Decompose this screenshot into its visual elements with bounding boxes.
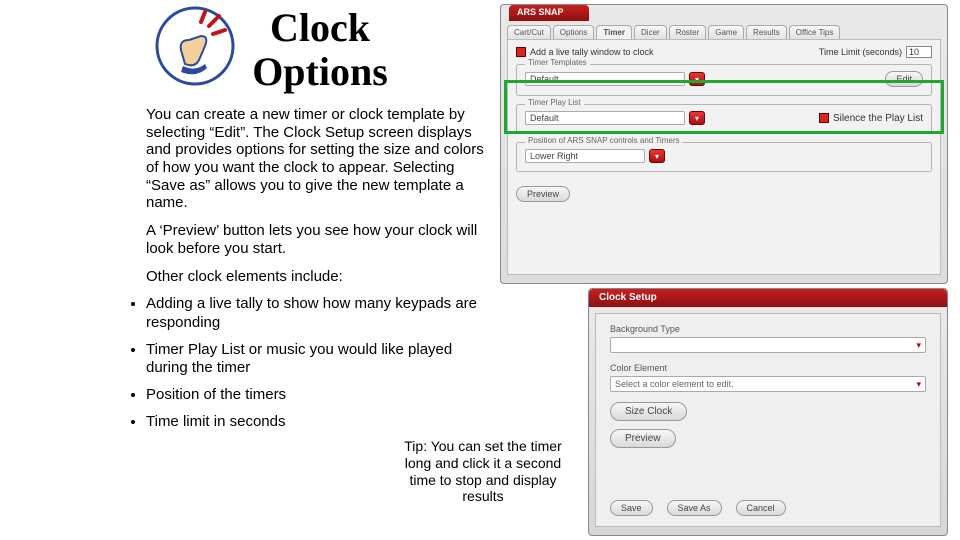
tab-timer[interactable]: Timer [596,25,632,39]
preview-button[interactable]: Preview [516,186,570,202]
edit-button[interactable]: Edit [885,71,923,87]
position-legend: Position of ARS SNAP controls and Timers [525,136,682,145]
ars-snap-window: ARS SNAP Cart/Cut Options Timer Dicer Ro… [500,4,948,284]
silence-label: Silence the Play List [833,113,923,124]
chevron-down-icon: ▾ [916,340,921,351]
playlist-legend: Timer Play List [525,98,584,107]
position-dropdown-icon[interactable]: ▾ [649,149,665,163]
content-column: ClockOptions You can create a new timer … [110,0,490,440]
color-element-label: Color Element [610,363,926,373]
background-type-select[interactable]: ▾ [610,337,926,353]
template-select[interactable]: Default [525,72,685,86]
background-type-label: Background Type [610,324,926,334]
playlist-select[interactable]: Default [525,111,685,125]
page-title: ClockOptions [190,6,450,94]
size-clock-button[interactable]: Size Clock [610,402,687,421]
templates-legend: Timer Templates [525,58,590,67]
silence-checkbox[interactable] [819,113,829,123]
feature-list: Adding a live tally to show how many key… [146,295,490,432]
tab-cart[interactable]: Cart/Cut [507,25,551,39]
list-item: Adding a live tally to show how many key… [146,295,486,333]
window-title: ARS SNAP [509,5,589,21]
cancel-button[interactable]: Cancel [736,500,786,516]
clock-setup-window: Clock Setup Background Type ▾ Color Elem… [588,288,948,536]
playlist-dropdown-icon[interactable]: ▾ [689,111,705,125]
playlist-fieldset: Timer Play List Default ▾ Silence the Pl… [516,104,932,134]
clock-setup-title: Clock Setup [589,289,947,307]
tip-text: Tip: You can set the timer long and clic… [398,438,568,505]
template-dropdown-icon[interactable]: ▾ [689,72,705,86]
chevron-down-icon: ▾ [916,379,921,390]
clock-setup-body: Background Type ▾ Color Element Select a… [595,313,941,527]
list-item: Timer Play List or music you would like … [146,341,486,379]
preview-button[interactable]: Preview [610,429,676,448]
time-limit-label: Time Limit (seconds) [819,47,902,57]
tab-results[interactable]: Results [746,25,787,39]
intro-paragraph-1: You can create a new timer or clock temp… [146,106,486,212]
tally-checkbox[interactable] [516,47,526,57]
list-item: Position of the timers [146,386,486,405]
save-as-button[interactable]: Save As [667,500,722,516]
save-button[interactable]: Save [610,500,653,516]
color-element-select[interactable]: Select a color element to edit. ▾ [610,376,926,392]
tally-checkbox-label: Add a live tally window to clock [530,47,654,57]
position-fieldset: Position of ARS SNAP controls and Timers… [516,142,932,172]
intro-paragraph-2: A ‘Preview’ button lets you see how your… [146,222,486,257]
tab-office-tips[interactable]: Office Tips [789,25,841,39]
tab-roster[interactable]: Roster [669,25,707,39]
tab-dicer[interactable]: Dicer [634,25,667,39]
tab-game[interactable]: Game [708,25,744,39]
tab-bar: Cart/Cut Options Timer Dicer Roster Game… [507,25,941,39]
tab-options[interactable]: Options [553,25,595,39]
intro-paragraph-3: Other clock elements include: [146,268,486,286]
position-select[interactable]: Lower Right [525,149,645,163]
templates-fieldset: Timer Templates Default ▾ Edit [516,64,932,96]
time-limit-input[interactable]: 10 [906,46,932,58]
list-item: Time limit in seconds [146,413,486,432]
timer-panel: Add a live tally window to clock Time Li… [507,39,941,275]
